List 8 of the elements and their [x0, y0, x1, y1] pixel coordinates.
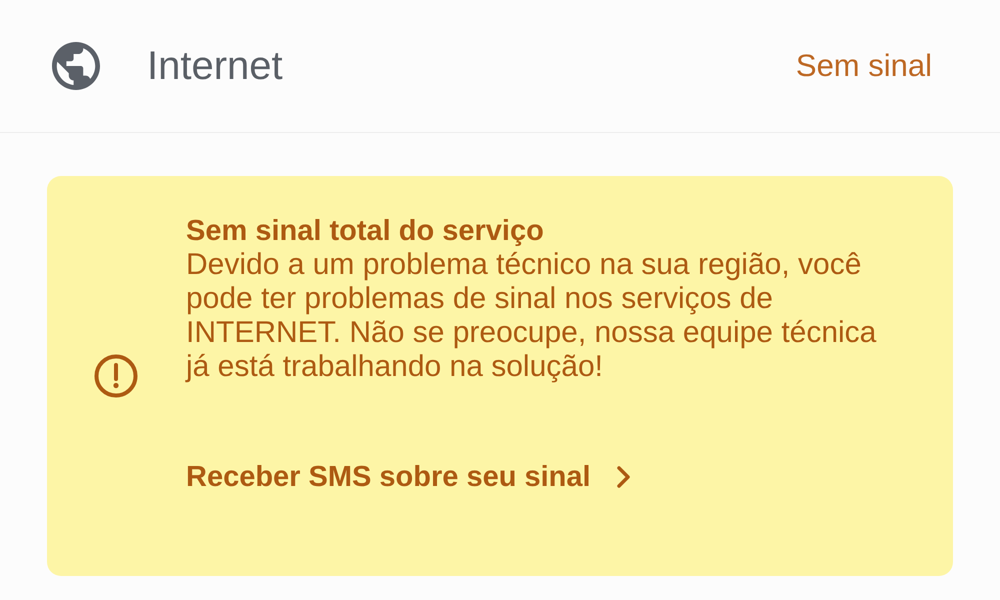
- warning-icon: [94, 354, 138, 398]
- status-text: Sem sinal: [796, 46, 932, 85]
- alert-message: Devido a um problema técnico na sua região, você pode ter problemas de sinal nos serviços de INTERNET. Não se preocupe, nossa equipe técnica já está trabalhando na solução!: [186, 248, 878, 384]
- globe-icon: [52, 42, 100, 90]
- chevron-right-icon: [616, 466, 630, 488]
- service-label: Internet: [147, 43, 283, 90]
- sms-link[interactable]: Receber SMS sobre seu sinal: [186, 460, 630, 494]
- alert-title: Sem sinal total do serviço: [186, 214, 545, 248]
